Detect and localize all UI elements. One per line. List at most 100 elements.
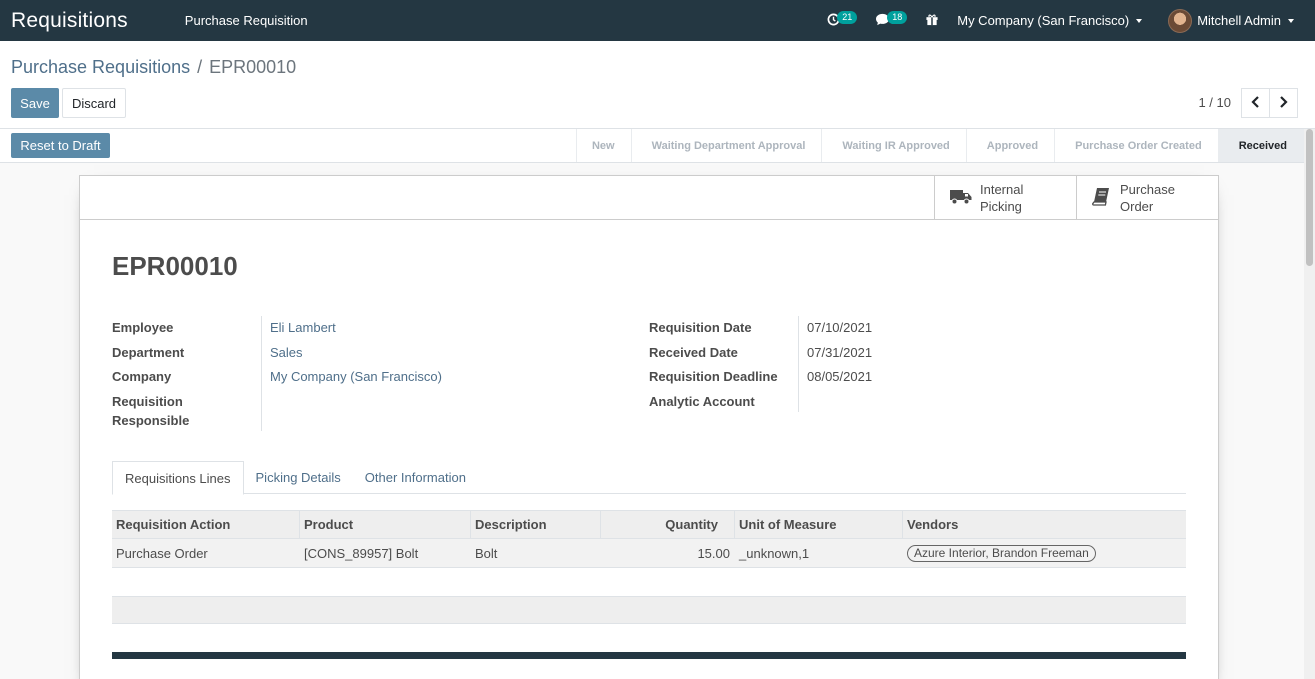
stage-waiting-ir-approved: Waiting IR Approved: [821, 129, 965, 162]
company-label: Company: [112, 369, 172, 384]
cell-vendors[interactable]: Azure Interior, Brandon Freeman: [903, 539, 1186, 567]
discard-button[interactable]: Discard: [62, 88, 126, 118]
tab-picking-details[interactable]: Picking Details: [244, 461, 353, 494]
cell-description[interactable]: Bolt: [471, 539, 601, 567]
department-field[interactable]: Sales: [270, 343, 303, 362]
table-header: Requisition Action Product Description Q…: [112, 510, 1186, 539]
department-label: Department: [112, 345, 185, 360]
smart-button-box: Internal Picking Purchase Order: [80, 176, 1218, 220]
table-footer-bar: [112, 652, 1186, 659]
employee-label: Employee: [112, 320, 174, 335]
caret-down-icon: [1288, 18, 1294, 23]
pager-next-button[interactable]: [1269, 88, 1298, 118]
navbar-systray: 21 18 My Company (San Francisco) Mitchel…: [818, 0, 1315, 41]
smart-button-label: Internal Picking: [980, 181, 1023, 215]
company-field[interactable]: My Company (San Francisco): [270, 367, 442, 386]
smart-button-label-line: Order: [1120, 198, 1154, 214]
activity-menu[interactable]: 21: [818, 0, 866, 41]
vendor-tag: Azure Interior, Brandon Freeman: [907, 544, 1096, 562]
stage-new: New: [575, 129, 631, 162]
field-separator: [798, 316, 799, 412]
pager-previous-button[interactable]: [1241, 88, 1270, 118]
chevron-left-icon: [1251, 95, 1260, 111]
breadcrumb-separator: /: [197, 57, 203, 77]
requisition-lines-table: Requisition Action Product Description Q…: [112, 510, 1186, 568]
caret-down-icon: [1136, 18, 1143, 23]
gift-menu[interactable]: [916, 0, 948, 41]
requisition-deadline-field[interactable]: 08/05/2021: [807, 367, 872, 386]
user-avatar: [1168, 8, 1193, 33]
analytic-account-label: Analytic Account: [649, 394, 755, 409]
form-sheet: Internal Picking Purchase Order EPR00010…: [79, 175, 1219, 679]
requisition-date-label: Requisition Date: [649, 320, 752, 335]
page-scrollbar[interactable]: [1304, 129, 1315, 679]
column-unit-of-measure[interactable]: Unit of Measure: [735, 511, 903, 538]
form-statusbar: Reset to Draft New Waiting Department Ap…: [0, 129, 1304, 163]
tab-requisitions-lines[interactable]: Requisitions Lines: [112, 461, 244, 495]
company-name: My Company (San Francisco): [957, 13, 1130, 28]
requisition-responsible-field[interactable]: [270, 392, 570, 411]
requisition-deadline-label: Requisition Deadline: [649, 369, 778, 384]
table-empty-row: [112, 596, 1186, 624]
stage-label: New: [591, 139, 615, 152]
breadcrumb-parent-link[interactable]: Purchase Requisitions: [11, 57, 190, 78]
truck-icon: [950, 188, 972, 208]
received-date-label: Received Date: [649, 345, 738, 360]
smart-button-label-line: Picking: [980, 198, 1022, 214]
requisition-date-field[interactable]: 07/10/2021: [807, 318, 872, 337]
label-line: Responsible: [112, 413, 190, 428]
gift-icon: [925, 13, 939, 29]
stage-label: Approved: [986, 139, 1039, 152]
user-name: Mitchell Admin: [1197, 13, 1281, 28]
smart-button-label-line: Purchase: [1120, 181, 1175, 197]
smart-button-label-line: Internal: [980, 181, 1024, 197]
stage-label: Purchase Order Created: [1075, 139, 1202, 152]
column-requisition-action[interactable]: Requisition Action: [112, 511, 300, 538]
cell-quantity[interactable]: 15.00: [601, 539, 735, 567]
column-product[interactable]: Product: [300, 511, 471, 538]
menu-purchase-requisition[interactable]: Purchase Requisition: [185, 13, 308, 28]
stage-label: Received: [1238, 139, 1287, 152]
stage-approved: Approved: [965, 129, 1054, 162]
book-icon: [1092, 187, 1112, 209]
cell-requisition-action[interactable]: Purchase Order: [112, 539, 300, 567]
column-vendors[interactable]: Vendors: [903, 511, 1186, 538]
reset-to-draft-button[interactable]: Reset to Draft: [11, 133, 110, 158]
user-menu[interactable]: Mitchell Admin: [1158, 0, 1315, 41]
table-row[interactable]: Purchase Order [CONS_89957] Bolt Bolt 15…: [112, 539, 1186, 568]
purchase-order-smart-button[interactable]: Purchase Order: [1076, 176, 1218, 219]
app-title[interactable]: Requisitions: [11, 9, 128, 33]
messaging-menu[interactable]: 18: [866, 0, 916, 41]
tab-other-information[interactable]: Other Information: [353, 461, 478, 494]
breadcrumb-current: EPR00010: [209, 57, 297, 77]
analytic-account-field[interactable]: [807, 392, 1107, 411]
cell-product[interactable]: [CONS_89957] Bolt: [300, 539, 471, 567]
column-quantity[interactable]: Quantity: [601, 511, 735, 538]
control-panel: Purchase Requisitions / EPR00010 Save Di…: [0, 41, 1315, 129]
label-line: Requisition: [112, 394, 183, 409]
employee-field[interactable]: Eli Lambert: [270, 318, 336, 337]
scrollbar-thumb[interactable]: [1306, 129, 1313, 266]
stage-pipeline: New Waiting Department Approval Waiting …: [575, 129, 1304, 162]
requisition-responsible-label: Requisition Responsible: [112, 392, 189, 430]
save-button[interactable]: Save: [11, 88, 59, 118]
notebook-tabs: Requisitions Lines Picking Details Other…: [112, 461, 1186, 495]
stage-waiting-department-approval: Waiting Department Approval: [630, 129, 822, 162]
field-separator: [261, 316, 262, 431]
stage-label: Waiting Department Approval: [651, 139, 806, 152]
received-date-field[interactable]: 07/31/2021: [807, 343, 872, 362]
column-description[interactable]: Description: [471, 511, 601, 538]
activity-count-badge: 21: [837, 10, 858, 24]
record-title: EPR00010: [112, 251, 238, 281]
message-count-badge: 18: [887, 10, 908, 24]
company-switcher[interactable]: My Company (San Francisco): [948, 0, 1158, 41]
stage-received: Received: [1217, 129, 1304, 162]
stage-purchase-order-created: Purchase Order Created: [1054, 129, 1218, 162]
internal-picking-smart-button[interactable]: Internal Picking: [934, 176, 1076, 219]
pager-value[interactable]: 1 / 10: [1198, 95, 1231, 110]
stage-label: Waiting IR Approved: [842, 139, 950, 152]
top-navbar: Requisitions Purchase Requisition 21 18 …: [0, 0, 1315, 41]
cell-unit-of-measure[interactable]: _unknown,1: [735, 539, 903, 567]
smart-button-label: Purchase Order: [1120, 181, 1175, 215]
breadcrumb: Purchase Requisitions / EPR00010: [11, 57, 296, 78]
